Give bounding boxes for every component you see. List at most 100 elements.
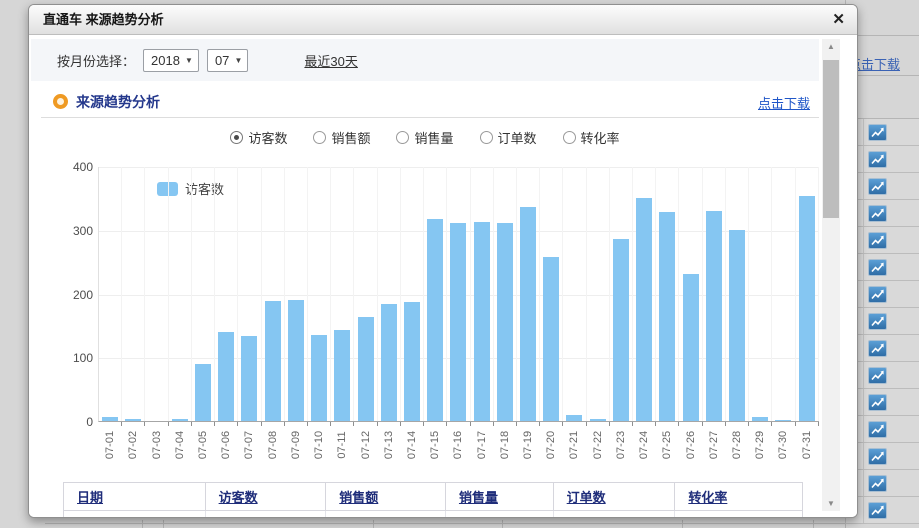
chart-category: 07-29: [749, 167, 772, 421]
scrollbar-thumb[interactable]: [823, 60, 839, 218]
column-header-link[interactable]: 日期: [77, 487, 103, 506]
bar-07-09[interactable]: [288, 300, 304, 421]
bar-07-19[interactable]: [520, 207, 536, 421]
bg-cell-border: [863, 416, 864, 442]
bar-07-31[interactable]: [799, 196, 815, 421]
bar-07-15[interactable]: [427, 219, 443, 421]
month-select[interactable]: 07 ▼: [207, 49, 248, 72]
column-header-link[interactable]: 销售量: [459, 487, 498, 506]
line-chart-icon[interactable]: [868, 286, 887, 303]
bar-07-17[interactable]: [474, 222, 490, 422]
chart-category: 07-19: [517, 167, 540, 421]
bar-07-10[interactable]: [311, 335, 327, 421]
bg-cell-border: [863, 308, 864, 334]
chart-category: 07-06: [215, 167, 238, 421]
bg-cell-border: [863, 227, 864, 253]
chart-category: 07-18: [494, 167, 517, 421]
chart-category: 07-13: [378, 167, 401, 421]
x-axis-label: 07-05: [196, 423, 210, 467]
bar-07-04[interactable]: [172, 419, 188, 421]
chart-category: 07-20: [540, 167, 563, 421]
chart-category: 07-05: [192, 167, 215, 421]
line-chart-icon[interactable]: [868, 421, 887, 438]
column-header-link[interactable]: 访客数: [219, 487, 258, 506]
bar-07-23[interactable]: [613, 239, 629, 421]
line-chart-icon[interactable]: [868, 502, 887, 519]
x-axis-label: 07-30: [776, 423, 790, 467]
x-axis-label: 07-11: [335, 423, 349, 467]
line-chart-icon[interactable]: [868, 232, 887, 249]
x-axis-label: 07-01: [103, 423, 117, 467]
column-header-link[interactable]: 销售额: [339, 487, 378, 506]
bar-07-02[interactable]: [125, 419, 141, 421]
month-filter-bar: 按月份选择： 2018 ▼ 07 ▼ 最近30天: [31, 39, 819, 81]
bar-07-14[interactable]: [404, 302, 420, 421]
trend-data-table: 日期 访客数 销售额 销售量 订单数 转化率: [63, 482, 803, 517]
column-header-link[interactable]: 转化率: [688, 487, 727, 506]
metric-radio-销售量[interactable]: 销售量: [396, 128, 453, 147]
bar-07-05[interactable]: [195, 364, 211, 421]
scroll-down-icon[interactable]: ▼: [822, 496, 840, 511]
bar-07-16[interactable]: [450, 223, 466, 421]
bar-07-07[interactable]: [241, 336, 257, 421]
x-axis-label: 07-26: [684, 423, 698, 467]
bar-07-24[interactable]: [636, 198, 652, 421]
chart-category: 07-27: [703, 167, 726, 421]
column-header-link[interactable]: 订单数: [567, 487, 606, 506]
metric-radio-销售额[interactable]: 销售额: [313, 128, 370, 147]
metric-radio-订单数[interactable]: 订单数: [480, 128, 537, 147]
bar-07-11[interactable]: [334, 330, 350, 421]
line-chart-icon[interactable]: [868, 124, 887, 141]
chart-category: 07-28: [726, 167, 749, 421]
bar-07-06[interactable]: [218, 332, 234, 421]
line-chart-icon[interactable]: [868, 205, 887, 222]
line-chart-icon[interactable]: [868, 151, 887, 168]
year-select[interactable]: 2018 ▼: [143, 49, 199, 72]
bar-07-21[interactable]: [566, 415, 582, 421]
line-chart-icon[interactable]: [868, 313, 887, 330]
bar-07-08[interactable]: [265, 301, 281, 421]
x-axis-label: 07-12: [359, 423, 373, 467]
bg-cell-border: [863, 362, 864, 388]
bar-07-20[interactable]: [543, 257, 559, 422]
bar-07-28[interactable]: [729, 230, 745, 421]
metric-radio-访客数[interactable]: 访客数: [230, 128, 287, 147]
y-axis-tick-label: 400: [61, 160, 93, 174]
bar-07-22[interactable]: [590, 419, 606, 421]
x-axis-label: 07-13: [382, 423, 396, 467]
bar-07-13[interactable]: [381, 304, 397, 421]
line-chart-icon[interactable]: [868, 367, 887, 384]
chart-category: 07-01: [99, 167, 122, 421]
bg-table-border: [682, 520, 683, 528]
divider: [41, 117, 819, 118]
bg-table-border: [45, 523, 845, 524]
download-link[interactable]: 点击下载: [758, 93, 810, 112]
line-chart-icon[interactable]: [868, 178, 887, 195]
chart-category: 07-03: [145, 167, 168, 421]
bar-07-27[interactable]: [706, 211, 722, 421]
radio-icon: [313, 131, 326, 144]
table-cell: [206, 511, 327, 517]
metric-radio-转化率[interactable]: 转化率: [563, 128, 620, 147]
bar-07-12[interactable]: [358, 317, 374, 421]
recent-30-days-link[interactable]: 最近30天: [304, 51, 357, 70]
x-axis-label: 07-06: [219, 423, 233, 467]
bar-07-26[interactable]: [683, 274, 699, 421]
bar-07-30[interactable]: [775, 420, 791, 421]
x-axis-label: 07-16: [451, 423, 465, 467]
line-chart-icon[interactable]: [868, 340, 887, 357]
bar-07-01[interactable]: [102, 417, 118, 422]
bar-07-18[interactable]: [497, 223, 513, 421]
scroll-up-icon[interactable]: ▲: [822, 39, 840, 54]
bar-07-25[interactable]: [659, 212, 675, 421]
y-axis-tick-label: 0: [61, 415, 93, 429]
chart-category: 07-17: [471, 167, 494, 421]
line-chart-icon[interactable]: [868, 394, 887, 411]
line-chart-icon[interactable]: [868, 448, 887, 465]
close-icon[interactable]: ✕: [832, 5, 845, 35]
vertical-scrollbar[interactable]: ▲ ▼: [822, 39, 840, 511]
x-axis-label: 07-25: [660, 423, 674, 467]
bar-07-29[interactable]: [752, 417, 768, 422]
line-chart-icon[interactable]: [868, 475, 887, 492]
line-chart-icon[interactable]: [868, 259, 887, 276]
